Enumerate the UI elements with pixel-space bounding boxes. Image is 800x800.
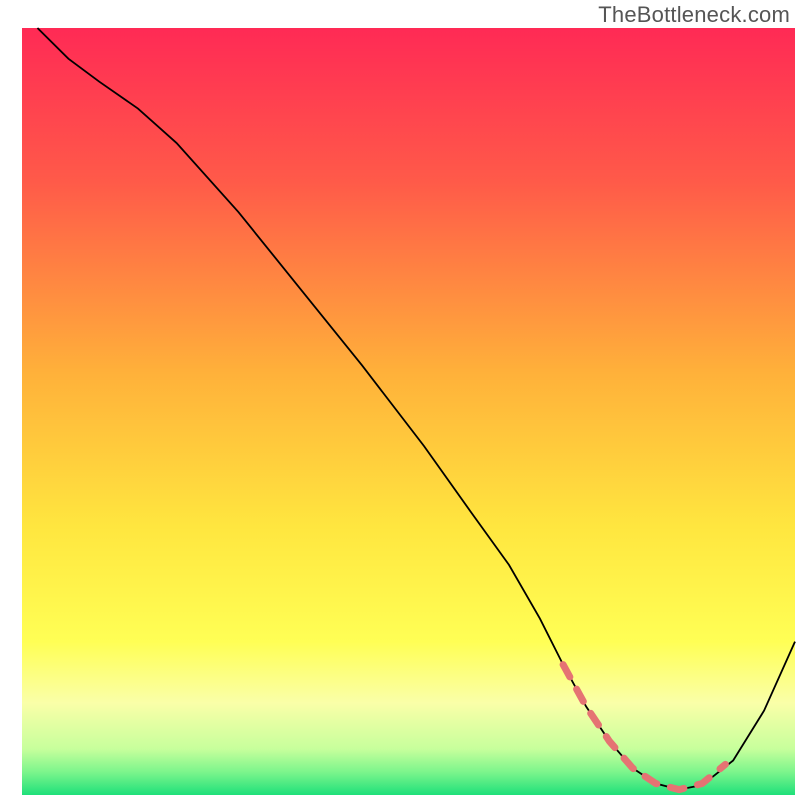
chart-canvas	[0, 0, 800, 800]
bottleneck-chart: TheBottleneck.com	[0, 0, 800, 800]
watermark-text: TheBottleneck.com	[598, 2, 790, 28]
chart-background	[22, 28, 795, 795]
